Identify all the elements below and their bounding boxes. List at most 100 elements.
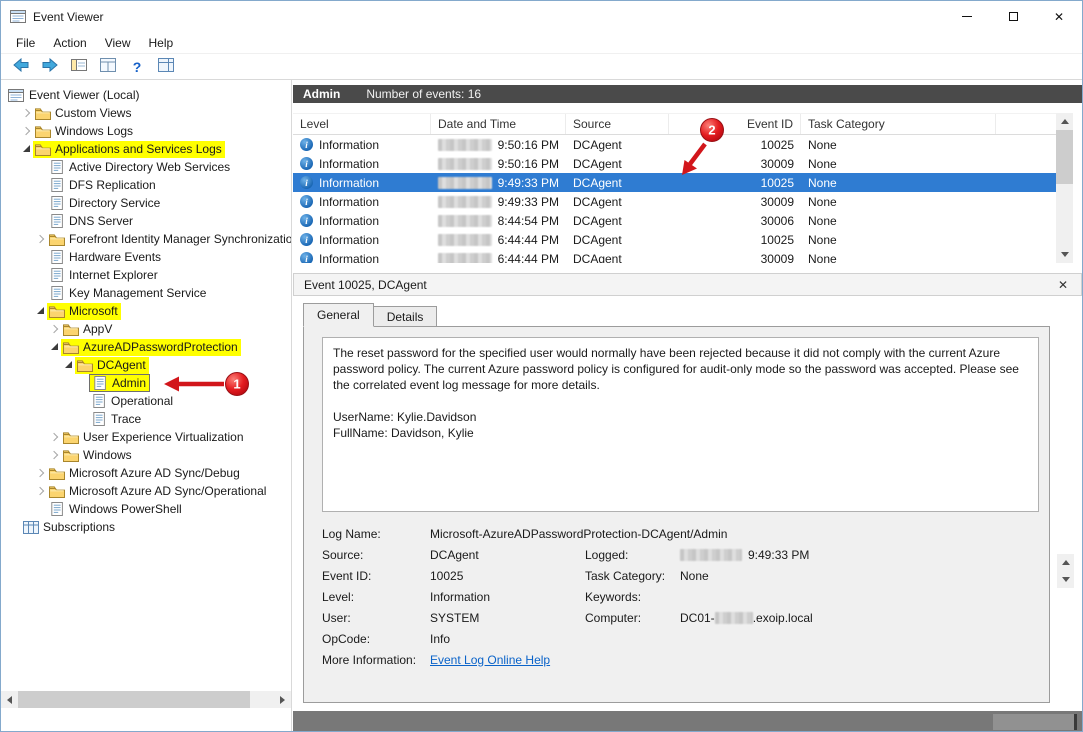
task-category-label: Task Category: [585,569,680,583]
level-cell: Information [293,138,431,152]
event-row[interactable]: Information9:49:33 PMDCAgent30009None [293,192,1058,211]
tree-item-applications-and-services-logs[interactable]: Applications and Services Logs [1,140,291,158]
tree-item-operational[interactable]: Operational [1,392,291,410]
tree-item-trace[interactable]: Trace [1,410,291,428]
events-table: LevelDate and TimeSourceEvent ID Task Cat… [293,113,1058,263]
events-scrollbar[interactable] [1056,113,1073,263]
detail-close-button[interactable]: ✕ [1058,278,1068,292]
time-text: 8:44:54 PM [498,214,559,228]
scroll-thumb[interactable] [18,691,250,708]
column-header-level[interactable]: Level [293,114,431,134]
tree-horizontal-scrollbar[interactable] [1,691,291,708]
tree-node: Microsoft [47,303,121,320]
event-id-value: 10025 [430,569,585,583]
detail-mini-scrollbar[interactable] [1057,554,1074,588]
event-row[interactable]: Information6:44:44 PMDCAgent10025None [293,230,1058,249]
tree-item-custom-views[interactable]: Custom Views [1,104,291,122]
folder-icon [62,431,79,444]
computer-suffix: .exoip.local [753,611,813,625]
tree-item-windows-powershell[interactable]: Windows PowerShell [1,500,291,518]
chevron-spacer [77,395,89,407]
action-pane-button[interactable] [154,56,178,78]
tree-item-admin[interactable]: Admin [1,374,291,392]
menu-item-action[interactable]: Action [44,33,95,53]
tree-item-forefront-identity-manager-synchronization[interactable]: Forefront Identity Manager Synchronizati… [1,230,291,248]
scroll-down-arrow[interactable] [1056,246,1073,263]
column-header-source[interactable]: Source [566,114,669,134]
tree-item-windows[interactable]: Windows [1,446,291,464]
chevron-collapsed-icon[interactable] [35,467,47,479]
keywords-label: Keywords: [585,590,680,604]
tree-item-windows-logs[interactable]: Windows Logs [1,122,291,140]
scroll-down-arrow[interactable] [1057,571,1074,588]
chevron-collapsed-icon[interactable] [49,431,61,443]
properties-button[interactable] [96,56,120,78]
scroll-thumb[interactable] [1056,130,1073,184]
column-header-date-and-time[interactable]: Date and Time [431,114,566,134]
minimize-button[interactable] [944,1,990,32]
help-button[interactable]: ? [125,56,149,78]
event-description-box[interactable]: The reset password for the specified use… [322,337,1039,512]
redacted-date [680,549,742,561]
tab-details[interactable]: Details [374,306,438,327]
scroll-up-arrow[interactable] [1057,554,1074,571]
tree-item-dns-server[interactable]: DNS Server [1,212,291,230]
event-row[interactable]: Information8:44:54 PMDCAgent30006None [293,211,1058,230]
log-icon [48,214,65,228]
tree-item-dfs-replication[interactable]: DFS Replication [1,176,291,194]
level-text: Information [319,214,379,228]
menu-item-file[interactable]: File [7,33,44,53]
tree-item-dcagent[interactable]: DCAgent [1,356,291,374]
forward-button[interactable] [38,56,62,78]
scroll-up-arrow[interactable] [1056,113,1073,130]
show-console-tree-button[interactable] [67,56,91,78]
tree-item-internet-explorer[interactable]: Internet Explorer [1,266,291,284]
event-row[interactable]: Information9:50:16 PMDCAgent30009None [293,154,1058,173]
menu-item-help[interactable]: Help [140,33,183,53]
chevron-collapsed-icon[interactable] [35,485,47,497]
event-row[interactable]: Information6:44:44 PMDCAgent30009None [293,249,1058,263]
chevron-expanded-icon[interactable] [49,341,61,353]
table-body: Information9:50:16 PMDCAgent10025NoneInf… [293,135,1058,263]
chevron-collapsed-icon[interactable] [35,233,47,245]
chevron-collapsed-icon[interactable] [49,449,61,461]
close-button[interactable]: ✕ [1036,1,1082,32]
chevron-expanded-icon[interactable] [35,305,47,317]
tab-general[interactable]: General [303,303,374,327]
tree-item-hardware-events[interactable]: Hardware Events [1,248,291,266]
date-time-cell: 8:44:54 PM [431,214,566,228]
chevron-collapsed-icon[interactable] [49,323,61,335]
tree-item-microsoft[interactable]: Microsoft [1,302,291,320]
chevron-expanded-icon[interactable] [21,143,33,155]
column-header-task-category[interactable]: Task Category [801,114,996,134]
event-row[interactable]: Information9:50:16 PMDCAgent10025None [293,135,1058,154]
tree-item-microsoft-azure-ad-sync-operational[interactable]: Microsoft Azure AD Sync/Operational [1,482,291,500]
tree-item-appv[interactable]: AppV [1,320,291,338]
tree-item-key-management-service[interactable]: Key Management Service [1,284,291,302]
tree-item-user-experience-virtualization[interactable]: User Experience Virtualization [1,428,291,446]
event-row[interactable]: Information9:49:33 PMDCAgent10025None [293,173,1058,192]
tree-item-azureadpasswordprotection[interactable]: AzureADPasswordProtection [1,338,291,356]
time-text: 9:49:33 PM [498,176,559,190]
information-icon [300,214,313,227]
tree-item-event-viewer-local[interactable]: Event Viewer (Local) [1,86,291,104]
tree-item-active-directory-web-services[interactable]: Active Directory Web Services [1,158,291,176]
opcode-label: OpCode: [322,632,430,646]
chevron-expanded-icon[interactable] [63,359,75,371]
tree-item-subscriptions[interactable]: Subscriptions [1,518,291,536]
chevron-collapsed-icon[interactable] [21,125,33,137]
back-button[interactable] [9,56,33,78]
scroll-left-arrow[interactable] [1,691,18,708]
menu-item-view[interactable]: View [96,33,140,53]
tree-item-label: Applications and Services Logs [55,142,222,156]
scroll-right-arrow[interactable] [274,691,291,708]
tree-item-microsoft-azure-ad-sync-debug[interactable]: Microsoft Azure AD Sync/Debug [1,464,291,482]
folder-icon [48,305,65,318]
column-header-event-id[interactable]: Event ID [669,114,801,134]
event-log-online-help-link[interactable]: Event Log Online Help [430,653,550,667]
maximize-button[interactable] [990,1,1036,32]
tree-item-label: Custom Views [55,106,131,120]
tree-item-directory-service[interactable]: Directory Service [1,194,291,212]
column-header-label: Task Category [808,117,885,131]
chevron-collapsed-icon[interactable] [21,107,33,119]
